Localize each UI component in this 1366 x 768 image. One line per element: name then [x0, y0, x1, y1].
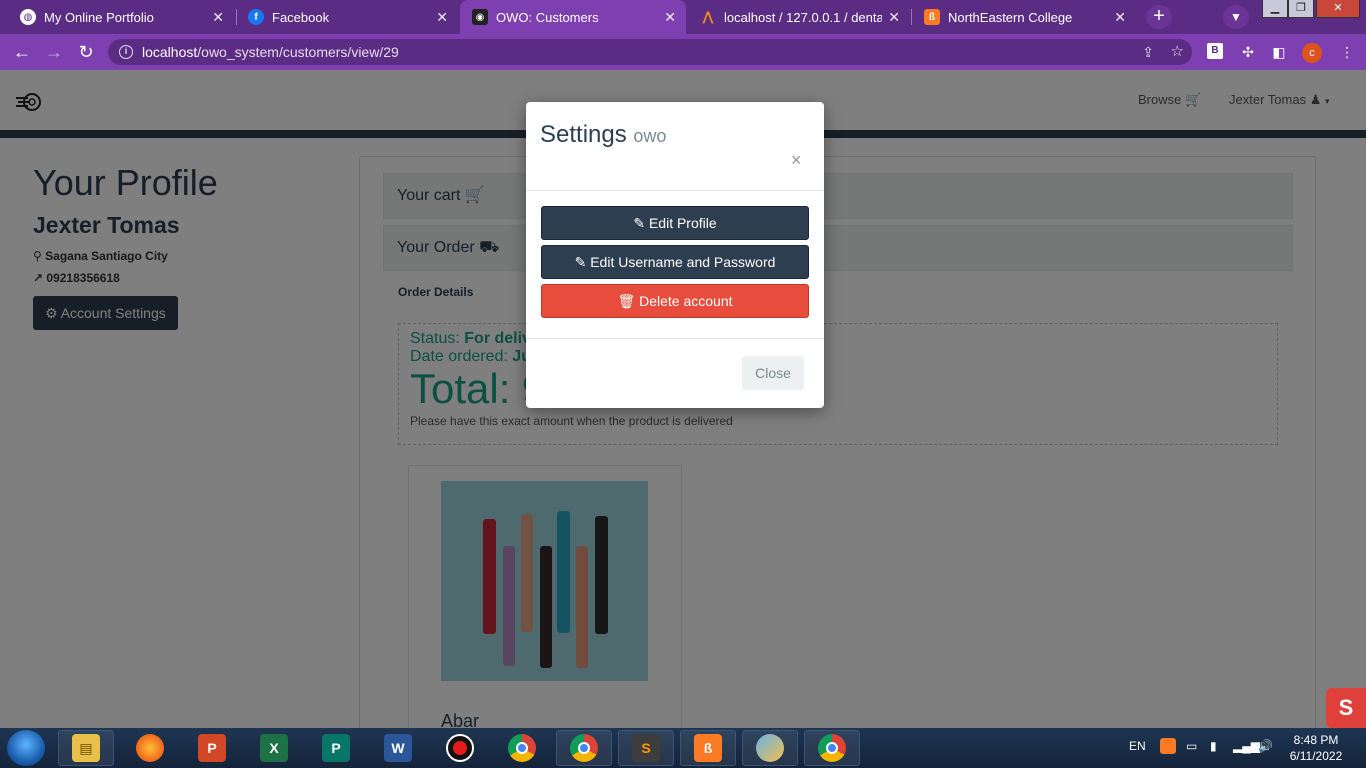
- browser-tab-strip: ◍ My Online Portfolio ✕ f Facebook ✕ ◉ O…: [0, 0, 1366, 34]
- app-icon-glyph: ▤: [72, 734, 100, 762]
- xampp-icon: ß: [924, 9, 940, 25]
- system-clock[interactable]: 8:48 PM 6/11/2022: [1286, 732, 1346, 764]
- app-icon-glyph: X: [260, 734, 288, 762]
- windows-taskbar: ▤ P X P W S ß EN ▭ ▮ ▂▄▆ 🔊 8:48 PM 6/11/…: [0, 728, 1366, 768]
- app-icon-glyph: W: [384, 734, 412, 762]
- tab-title: OWO: Customers: [496, 9, 599, 25]
- file-explorer-icon[interactable]: ▤: [58, 730, 114, 766]
- modal-header: Settings owo ×: [526, 102, 824, 191]
- modal-subtitle: owo: [633, 126, 667, 146]
- app-icon-glyph: [818, 734, 846, 762]
- address-bar[interactable]: i localhost/owo_system/customers/view/29…: [108, 39, 1192, 65]
- modal-footer: Close: [526, 338, 824, 408]
- edit-credentials-label: Edit Username and Password: [590, 254, 776, 270]
- site-info-icon[interactable]: i: [119, 45, 133, 59]
- tab-northeastern-college[interactable]: ß NorthEastern College ✕: [912, 3, 1136, 31]
- clock-time: 8:48 PM: [1293, 733, 1339, 747]
- settings-modal: Settings owo × ✎ Edit Profile ✎ Edit Use…: [526, 102, 824, 408]
- facebook-icon: f: [248, 9, 264, 25]
- tab-search-chevron-icon[interactable]: ▼: [1223, 5, 1249, 29]
- app-icon-glyph: ß: [694, 734, 722, 762]
- chrome-icon[interactable]: [494, 730, 550, 766]
- modal-close-button[interactable]: Close: [742, 356, 804, 390]
- xampp-icon[interactable]: ß: [680, 730, 736, 766]
- tab-close-icon[interactable]: ✕: [664, 9, 676, 26]
- clock-date: 6/11/2022: [1289, 749, 1343, 763]
- app-icon-glyph: [508, 734, 536, 762]
- delete-account-label: Delete account: [639, 293, 733, 309]
- tab-phpmyadmin[interactable]: ⋀ localhost / 127.0.0.1 / dental_a ✕: [688, 3, 910, 31]
- app-icon-glyph: P: [198, 734, 226, 762]
- paint-icon[interactable]: [742, 730, 798, 766]
- extension-b-icon[interactable]: B: [1207, 43, 1225, 61]
- forward-arrow-icon[interactable]: →: [42, 40, 66, 64]
- record-icon[interactable]: [432, 730, 488, 766]
- back-arrow-icon[interactable]: ←: [10, 40, 34, 64]
- restore-icon[interactable]: ❐: [1288, 0, 1314, 18]
- side-panel-icon[interactable]: ◧: [1270, 43, 1288, 61]
- display-tray-icon[interactable]: ▭: [1186, 739, 1197, 753]
- edit-profile-label: Edit Profile: [648, 215, 717, 231]
- tab-close-icon[interactable]: ✕: [888, 9, 900, 26]
- language-indicator[interactable]: EN: [1129, 739, 1146, 753]
- app-icon-glyph: [756, 734, 784, 762]
- modal-title-text: Settings: [540, 121, 627, 148]
- edit-profile-button[interactable]: ✎ Edit Profile: [541, 206, 809, 240]
- edit-username-password-button[interactable]: ✎ Edit Username and Password: [541, 245, 809, 279]
- phpmyadmin-icon: ⋀: [702, 9, 714, 24]
- tab-close-icon[interactable]: ✕: [1114, 9, 1126, 26]
- modal-title: Settings owo: [540, 121, 666, 149]
- share-icon[interactable]: ⇪: [1142, 39, 1154, 65]
- publisher-icon[interactable]: P: [308, 730, 364, 766]
- firefox-icon[interactable]: [122, 730, 178, 766]
- battery-tray-icon[interactable]: ▮: [1210, 739, 1217, 753]
- browser-toolbar: ← → ↻ i localhost/owo_system/customers/v…: [0, 34, 1366, 70]
- excel-icon[interactable]: X: [246, 730, 302, 766]
- url-path: /owo_system/customers/view/29: [197, 44, 399, 60]
- chrome-profile-icon[interactable]: [556, 730, 612, 766]
- globe-icon: ◍: [20, 9, 36, 25]
- volume-icon[interactable]: 🔊: [1258, 739, 1273, 753]
- extension-badge: B: [1207, 43, 1223, 59]
- bookmark-star-icon[interactable]: ☆: [1171, 39, 1184, 65]
- new-tab-button[interactable]: +: [1146, 5, 1172, 29]
- tab-close-icon[interactable]: ✕: [436, 9, 448, 26]
- extensions-puzzle-icon[interactable]: ✣: [1239, 43, 1257, 61]
- app-icon-glyph: P: [322, 734, 350, 762]
- tab-close-icon[interactable]: ✕: [212, 9, 224, 26]
- trash-icon: 🗑: [617, 293, 636, 309]
- minimize-icon[interactable]: ▁: [1262, 0, 1288, 18]
- modal-close-icon[interactable]: ×: [791, 150, 802, 171]
- word-icon[interactable]: W: [370, 730, 426, 766]
- xampp-tray-icon[interactable]: [1160, 738, 1176, 754]
- app-icon-glyph: [570, 734, 598, 762]
- edit-icon: ✎: [633, 215, 646, 231]
- tab-title: NorthEastern College: [948, 9, 1073, 25]
- url-host: localhost: [142, 44, 198, 60]
- window-close-icon[interactable]: ✕: [1316, 0, 1360, 18]
- owo-icon: ◉: [472, 9, 488, 25]
- tab-owo-customers[interactable]: ◉ OWO: Customers ✕: [460, 0, 686, 34]
- delete-account-button[interactable]: 🗑 Delete account: [541, 284, 809, 318]
- menu-kebab-icon[interactable]: ⋮: [1338, 43, 1356, 61]
- chrome-dev-icon[interactable]: [804, 730, 860, 766]
- powerpoint-icon[interactable]: P: [184, 730, 240, 766]
- tab-title: localhost / 127.0.0.1 / dental_a: [724, 9, 883, 25]
- app-icon-glyph: S: [632, 734, 660, 762]
- tab-title: Facebook: [272, 9, 330, 25]
- feedback-widget-icon[interactable]: S: [1326, 688, 1366, 728]
- start-button-icon[interactable]: [7, 730, 45, 766]
- sublime-icon[interactable]: S: [618, 730, 674, 766]
- tab-facebook[interactable]: f Facebook ✕: [236, 3, 458, 31]
- network-signal-icon[interactable]: ▂▄▆: [1233, 739, 1260, 753]
- tab-my-online-portfolio[interactable]: ◍ My Online Portfolio ✕: [8, 3, 234, 31]
- app-icon-glyph: [446, 734, 474, 762]
- profile-avatar[interactable]: c: [1302, 43, 1322, 63]
- edit-icon: ✎: [574, 254, 587, 270]
- tab-title: My Online Portfolio: [44, 9, 154, 25]
- app-icon-glyph: [136, 734, 164, 762]
- reload-icon[interactable]: ↻: [74, 40, 98, 64]
